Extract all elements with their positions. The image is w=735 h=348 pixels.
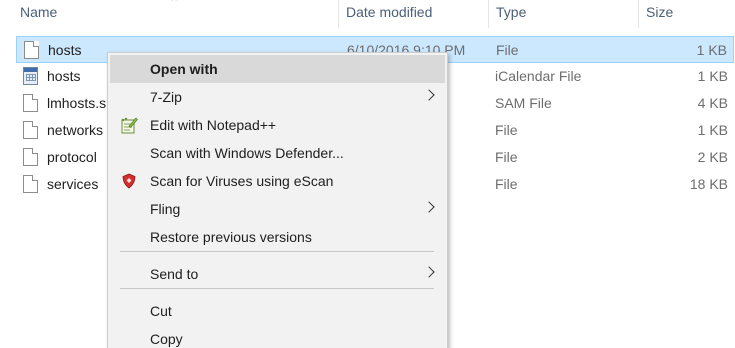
menu-item-fling[interactable]: Fling <box>110 195 445 223</box>
notepad-plus-plus-icon <box>120 116 138 134</box>
file-size: 1 KB <box>697 68 728 84</box>
file-name: protocol <box>47 149 97 165</box>
menu-item-label: Scan for Viruses using eScan <box>150 173 334 189</box>
menu-item-label: Edit with Notepad++ <box>150 117 277 133</box>
file-type: SAM File <box>495 95 552 111</box>
menu-separator <box>120 251 434 252</box>
menu-item-open-with[interactable]: Open with <box>110 55 445 83</box>
file-name: networks <box>47 122 104 138</box>
menu-item-scan-for-viruses-using-escan[interactable]: Scan for Viruses using eScan <box>110 167 445 195</box>
file-type: iCalendar File <box>495 68 582 84</box>
file-icon <box>24 41 39 59</box>
file-type: File <box>495 176 518 192</box>
column-divider[interactable] <box>338 0 339 28</box>
menu-item-restore-previous-versions[interactable]: Restore previous versions <box>110 223 445 251</box>
column-divider[interactable] <box>488 0 489 28</box>
menu-item-label: Fling <box>150 201 181 217</box>
file-icon <box>23 121 38 139</box>
menu-item-label: Send to <box>150 266 199 282</box>
column-header-date-modified[interactable]: Date modified <box>346 4 432 20</box>
file-size: 1 KB <box>696 42 727 58</box>
menu-item-label: 7-Zip <box>150 89 182 105</box>
column-header-type[interactable]: Type <box>496 4 526 20</box>
column-header-name[interactable]: Name <box>20 4 57 20</box>
menu-item-send-to[interactable]: Send to <box>110 260 445 288</box>
file-type: File <box>495 122 518 138</box>
menu-item-label: Open with <box>150 61 218 77</box>
file-name: lmhosts.s <box>47 95 107 111</box>
menu-item-label: Restore previous versions <box>150 229 312 245</box>
file-size: 18 KB <box>689 176 728 192</box>
file-name: hosts <box>47 68 81 84</box>
chevron-right-icon <box>423 266 435 278</box>
file-icon <box>23 175 38 193</box>
menu-item-label: Scan with Windows Defender... <box>150 145 344 161</box>
file-size: 1 KB <box>697 122 728 138</box>
column-header-bar: Name ^ Date modified Type Size <box>0 0 735 28</box>
column-divider[interactable] <box>638 0 639 28</box>
file-size: 2 KB <box>697 149 728 165</box>
menu-item-7-zip[interactable]: 7-Zip <box>110 83 445 111</box>
menu-item-label: Copy <box>150 331 183 347</box>
sort-caret-icon: ^ <box>172 0 177 7</box>
escan-shield-icon <box>120 172 138 190</box>
menu-separator <box>120 288 434 289</box>
file-icon <box>23 148 38 166</box>
file-name: hosts <box>48 42 82 58</box>
file-name: services <box>47 176 99 192</box>
column-header-size[interactable]: Size <box>646 4 673 20</box>
file-type: File <box>495 149 518 165</box>
chevron-right-icon <box>423 201 435 213</box>
chevron-right-icon <box>423 89 435 101</box>
menu-item-cut[interactable]: Cut <box>110 297 445 325</box>
menu-item-label: Cut <box>150 303 172 319</box>
context-menu: Open with 7-Zip Edit with Notepad++ Scan wi… <box>107 52 448 348</box>
file-icon <box>23 94 38 112</box>
menu-item-copy[interactable]: Copy <box>110 325 445 348</box>
calendar-file-icon <box>23 67 38 85</box>
menu-item-edit-with-notepad[interactable]: Edit with Notepad++ <box>110 111 445 139</box>
file-size: 4 KB <box>697 95 728 111</box>
file-type: File <box>496 42 519 58</box>
menu-item-scan-with-windows-defender[interactable]: Scan with Windows Defender... <box>110 139 445 167</box>
